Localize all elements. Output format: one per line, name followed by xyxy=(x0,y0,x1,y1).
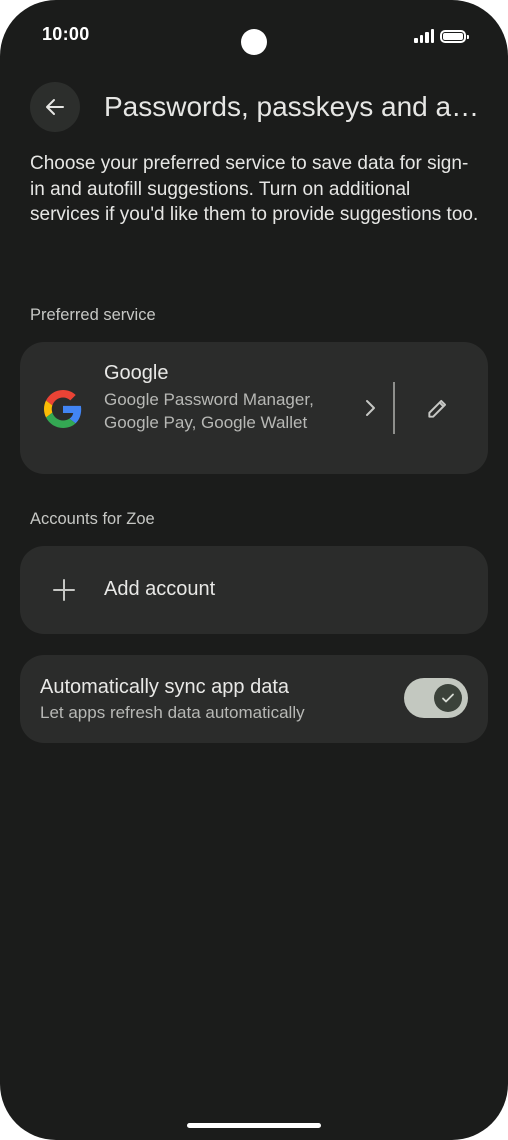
phone-screen: 10:00 Passwords, passkeys and accounts C… xyxy=(0,0,508,1140)
service-name: Google xyxy=(104,362,169,384)
sync-title: Automatically sync app data xyxy=(40,676,290,698)
service-description: Google Password Manager, Google Pay, Goo… xyxy=(104,390,314,432)
check-icon xyxy=(442,693,454,703)
signal-icon xyxy=(414,29,434,43)
preferred-service-header: Preferred service xyxy=(30,306,156,324)
sync-toggle[interactable] xyxy=(404,678,468,718)
status-icons xyxy=(414,27,469,45)
add-account-label: Add account xyxy=(104,578,216,600)
arrow-back-icon xyxy=(46,99,64,115)
intro-text: Choose your preferred service to save da… xyxy=(30,153,479,225)
accounts-header: Accounts for Zoe xyxy=(30,510,155,528)
page-title: Passwords, passkeys and accounts xyxy=(104,91,489,122)
status-time: 10:00 xyxy=(42,24,90,44)
sync-setting-row[interactable]: Automatically sync app data Let apps ref… xyxy=(20,655,488,743)
google-logo-icon xyxy=(44,390,82,428)
battery-icon xyxy=(440,29,469,43)
pencil-edit-icon[interactable] xyxy=(425,395,451,421)
add-account-button[interactable]: Add account xyxy=(20,546,488,634)
back-button[interactable] xyxy=(30,82,80,132)
home-indicator[interactable] xyxy=(187,1123,321,1128)
sync-subtitle: Let apps refresh data automatically xyxy=(40,703,305,722)
toggle-knob xyxy=(434,684,462,712)
preferred-service-card[interactable]: Google Google Password Manager, Google P… xyxy=(20,342,488,474)
vertical-divider xyxy=(393,382,395,434)
plus-icon xyxy=(53,579,75,601)
chevron-right-icon[interactable] xyxy=(362,396,380,420)
camera-cutout xyxy=(241,29,267,55)
